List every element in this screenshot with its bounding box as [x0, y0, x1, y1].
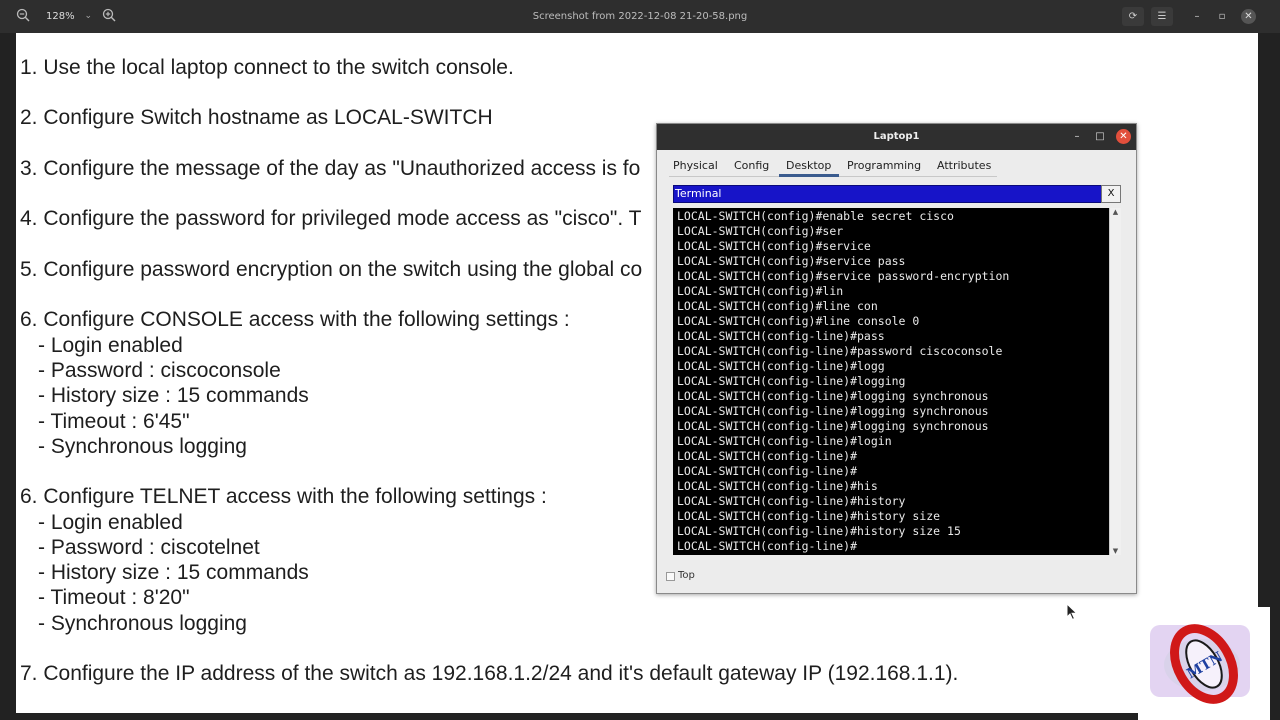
- tab-physical[interactable]: Physical: [673, 157, 718, 177]
- terminal-line: LOCAL-SWITCH(config)#service: [677, 239, 871, 253]
- zoom-out-icon[interactable]: [14, 8, 32, 26]
- tab-programming[interactable]: Programming: [847, 157, 921, 177]
- terminal-line: LOCAL-SWITCH(config-line)#password cisco…: [677, 344, 1003, 358]
- rotate-button[interactable]: ⟳: [1122, 7, 1144, 26]
- minimize-button[interactable]: –: [1186, 7, 1208, 26]
- close-icon: ✕: [1244, 11, 1253, 22]
- menu-button[interactable]: ☰: [1151, 7, 1173, 26]
- terminal-line: LOCAL-SWITCH(config)#enable secret cisco: [677, 209, 954, 223]
- terminal-line: LOCAL-SWITCH(config)#service password-en…: [677, 269, 1010, 283]
- viewer-window-title: Screenshot from 2022-12-08 21-20-58.png: [532, 11, 748, 22]
- telnet-setting: - Login enabled: [38, 511, 183, 534]
- instruction-6-telnet: 6. Configure TELNET access with the foll…: [20, 485, 547, 508]
- terminal-line: LOCAL-SWITCH(config)#line console 0: [677, 314, 920, 328]
- scroll-up-icon[interactable]: ▲: [1110, 208, 1121, 216]
- console-setting: - Timeout : 6'45": [38, 410, 190, 433]
- laptop-window: Laptop1 – □ ✕ Physical Config Desktop Pr…: [656, 123, 1137, 594]
- viewer-title-bar: 128% ⌄ Screenshot from 2022-12-08 21-20-…: [0, 0, 1280, 33]
- device-tabs: Physical Config Desktop Programming Attr…: [669, 157, 997, 177]
- tab-attributes[interactable]: Attributes: [937, 157, 991, 177]
- instruction-1: 1. Use the local laptop connect to the s…: [20, 56, 514, 79]
- instruction-6-console: 6. Configure CONSOLE access with the fol…: [20, 308, 570, 331]
- tab-config[interactable]: Config: [734, 157, 769, 177]
- top-checkbox[interactable]: [666, 572, 675, 581]
- terminal-line: LOCAL-SWITCH(config)#lin: [677, 284, 844, 298]
- window-close-icon[interactable]: ✕: [1116, 129, 1131, 144]
- terminal-line: LOCAL-SWITCH(config-line)#history size 1…: [677, 524, 961, 538]
- terminal-line: LOCAL-SWITCH(config-line)#history: [677, 494, 906, 508]
- terminal-line: LOCAL-SWITCH(config-line)#: [677, 539, 858, 553]
- scroll-down-icon[interactable]: ▼: [1110, 547, 1121, 555]
- console-setting: - Login enabled: [38, 334, 183, 357]
- terminal-line: LOCAL-SWITCH(config)#ser: [677, 224, 844, 238]
- terminal-close-button[interactable]: X: [1101, 185, 1121, 203]
- instruction-3: 3. Configure the message of the day as "…: [20, 157, 641, 180]
- close-button[interactable]: ✕: [1241, 9, 1256, 24]
- chevron-down-icon: ⌄: [84, 11, 92, 21]
- terminal-line: LOCAL-SWITCH(config)#service pass: [677, 254, 906, 268]
- telnet-setting: - Synchronous logging: [38, 612, 247, 635]
- tab-desktop[interactable]: Desktop: [779, 157, 839, 177]
- instruction-2: 2. Configure Switch hostname as LOCAL-SW…: [20, 106, 493, 129]
- hamburger-menu-icon: ☰: [1157, 11, 1167, 22]
- top-checkbox-label: Top: [678, 570, 695, 581]
- telnet-setting: - Timeout : 8'20": [38, 586, 190, 609]
- console-setting: - Synchronous logging: [38, 435, 247, 458]
- terminal-app-header: Terminal X: [673, 185, 1121, 203]
- zoom-level: 128%: [46, 11, 75, 22]
- telnet-setting: - Password : ciscotelnet: [38, 536, 260, 559]
- terminal-line: LOCAL-SWITCH(config-line)#his: [677, 479, 878, 493]
- terminal-line: LOCAL-SWITCH(config-line)#logging: [677, 374, 906, 388]
- terminal-line: LOCAL-SWITCH(config-line)#pass: [677, 329, 885, 343]
- instruction-7: 7. Configure the IP address of the switc…: [20, 662, 959, 685]
- terminal-line: LOCAL-SWITCH(config-line)#logging synchr…: [677, 419, 989, 433]
- window-maximize-icon[interactable]: □: [1092, 129, 1108, 145]
- terminal-line: LOCAL-SWITCH(config-line)#logging synchr…: [677, 404, 989, 418]
- minimize-icon: –: [1194, 11, 1200, 22]
- instruction-5: 5. Configure password encryption on the …: [20, 258, 643, 281]
- terminal-line: LOCAL-SWITCH(config-line)#: [677, 464, 858, 478]
- terminal-line: LOCAL-SWITCH(config-line)#login: [677, 434, 892, 448]
- terminal-output[interactable]: LOCAL-SWITCH(config)#enable secret cisco…: [673, 208, 1109, 555]
- zoom-in-icon[interactable]: [100, 8, 118, 26]
- maximize-button[interactable]: ▫: [1211, 7, 1233, 26]
- maximize-icon: ▫: [1218, 11, 1226, 22]
- laptop-window-title: Laptop1: [873, 131, 920, 142]
- telnet-setting: - History size : 15 commands: [38, 561, 309, 584]
- terminal-app-title: Terminal: [675, 187, 722, 200]
- window-minimize-icon[interactable]: –: [1069, 129, 1085, 145]
- terminal-line: LOCAL-SWITCH(config-line)#logg: [677, 359, 885, 373]
- terminal-line: LOCAL-SWITCH(config-line)#logging synchr…: [677, 389, 989, 403]
- zoom-level-dropdown[interactable]: 128% ⌄: [38, 6, 96, 27]
- terminal-line: LOCAL-SWITCH(config)#line con: [677, 299, 878, 313]
- console-setting: - History size : 15 commands: [38, 384, 309, 407]
- instruction-4: 4. Configure the password for privileged…: [20, 207, 642, 230]
- terminal-line: LOCAL-SWITCH(config-line)#history size: [677, 509, 941, 523]
- console-setting: - Password : ciscoconsole: [38, 359, 281, 382]
- laptop-window-titlebar[interactable]: Laptop1 – □ ✕: [657, 124, 1136, 150]
- rotate-icon: ⟳: [1128, 11, 1138, 22]
- terminal-line: LOCAL-SWITCH(config-line)#: [677, 449, 858, 463]
- terminal-scrollbar[interactable]: ▲ ▼: [1109, 208, 1121, 555]
- channel-logo: MTN: [1138, 607, 1270, 720]
